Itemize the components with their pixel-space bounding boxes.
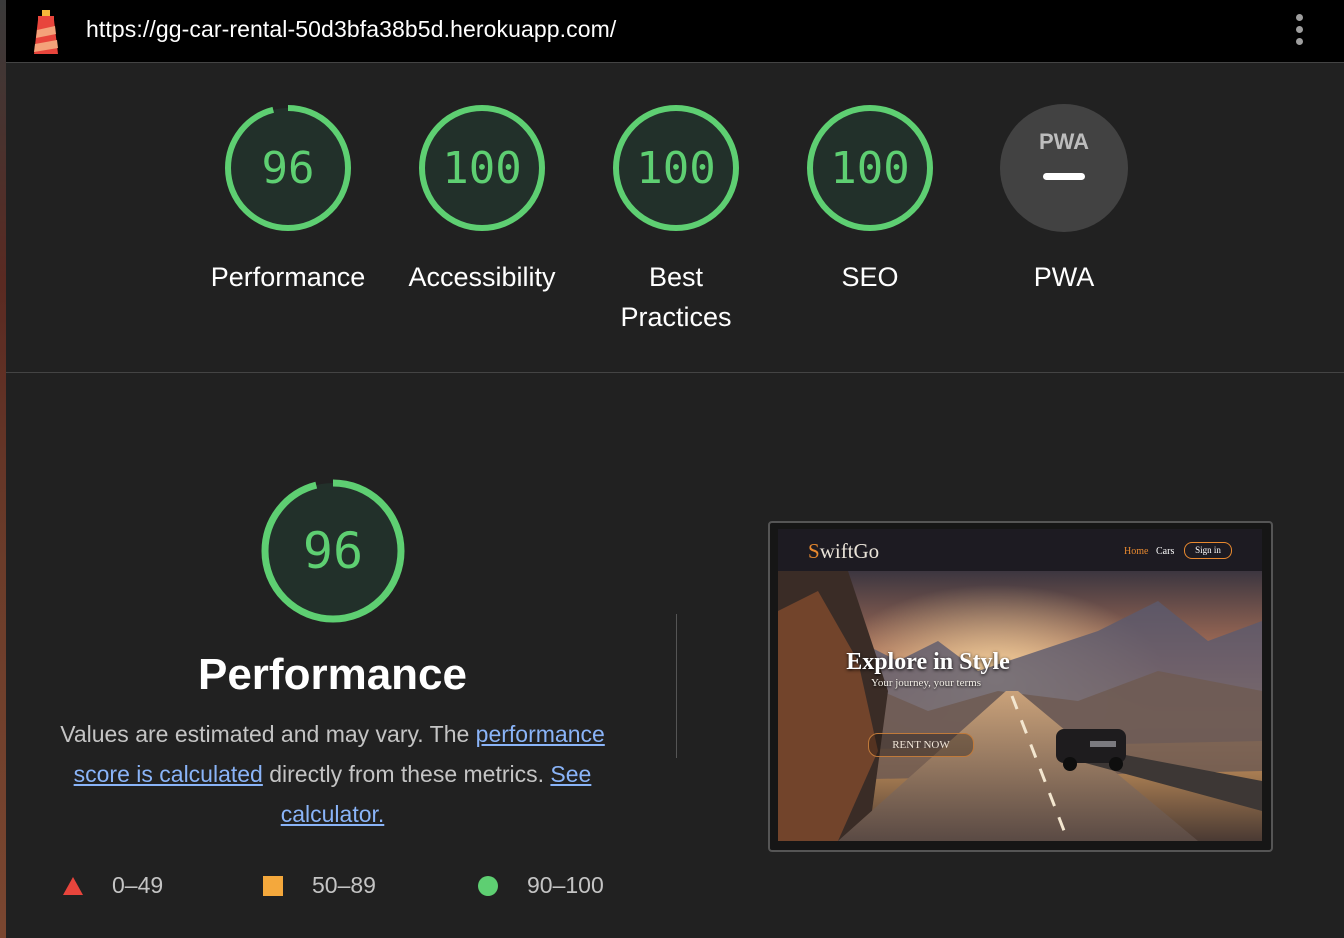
legend-average: 50–89 <box>262 872 376 899</box>
legend-fail: 0–49 <box>62 872 163 899</box>
rent-now-button: RENT NOW <box>868 733 974 757</box>
site-navbar: SwiftGo Home Cars Sign in <box>778 529 1262 573</box>
legend-pass: 90–100 <box>477 872 604 899</box>
hero-image: Explore in Style Your journey, your term… <box>778 571 1262 841</box>
site-nav-cars: Cars <box>1156 546 1175 557</box>
gauge-score: 100 <box>636 143 715 194</box>
gauge-label: Accessibility <box>408 262 556 292</box>
site-signin-button: Sign in <box>1184 542 1232 559</box>
legend-range: 50–89 <box>312 872 376 898</box>
hero-subtitle: Your journey, your terms <box>871 677 981 689</box>
category-gauges: 96 Performance 100 Accessibility 100 Bes… <box>6 63 1344 373</box>
pwa-badge-icon: PWA <box>1000 104 1128 232</box>
gauge-performance[interactable]: 96 Performance <box>191 103 385 297</box>
hero-title: Explore in Style <box>846 649 1010 675</box>
hero-landscape <box>778 571 1262 841</box>
lighthouse-icon <box>34 10 58 54</box>
desc-text: directly from these metrics. <box>262 761 551 787</box>
gauge-ring: 96 <box>225 105 351 231</box>
gauge-ring: 100 <box>807 105 933 231</box>
circle-icon <box>478 875 498 896</box>
gauge-label: Best Practices <box>620 262 732 332</box>
legend-range: 0–49 <box>112 872 164 898</box>
performance-summary: 96 Performance Values are estimated and … <box>40 478 625 834</box>
gauge-label: SEO <box>841 262 899 292</box>
gauge-score: 100 <box>830 143 909 194</box>
pwa-badge-text: PWA <box>1039 129 1089 154</box>
desc-text: Values are estimated and may vary. The <box>60 721 476 747</box>
final-screenshot[interactable]: SwiftGo Home Cars Sign in Explore in Sty… <box>768 521 1273 852</box>
square-icon <box>263 875 283 896</box>
score-legend: 0–49 50–89 90–100 <box>62 872 662 912</box>
performance-description: Values are estimated and may vary. The p… <box>40 714 625 834</box>
performance-title: Performance <box>197 650 467 699</box>
section-divider <box>676 614 677 758</box>
gauge-label: PWA <box>1033 262 1095 292</box>
gauge-ring: 100 <box>613 105 739 231</box>
site-logo: SwiftGo <box>808 539 880 563</box>
gauge-score: 100 <box>442 143 521 194</box>
site-nav-home: Home <box>1124 546 1149 557</box>
page-url[interactable]: https://gg-car-rental-50d3bfa38b5d.herok… <box>86 16 616 43</box>
performance-score: 96 <box>302 522 362 580</box>
gauge-seo[interactable]: 100 SEO <box>773 103 967 297</box>
legend-range: 90–100 <box>527 872 604 898</box>
gauge-ring: 100 <box>419 105 545 231</box>
gauge-score: 96 <box>262 143 315 194</box>
performance-gauge: 96 <box>261 479 404 623</box>
gauge-pwa[interactable]: PWA PWA <box>967 103 1161 297</box>
gauge-accessibility[interactable]: 100 Accessibility <box>385 103 579 297</box>
report-topbar: https://gg-car-rental-50d3bfa38b5d.herok… <box>6 0 1344 63</box>
kebab-menu-icon[interactable] <box>1294 14 1304 48</box>
gauge-best-practices[interactable]: 100 Best Practices <box>579 103 773 337</box>
triangle-icon <box>63 876 83 895</box>
gauge-label: Performance <box>210 262 366 292</box>
